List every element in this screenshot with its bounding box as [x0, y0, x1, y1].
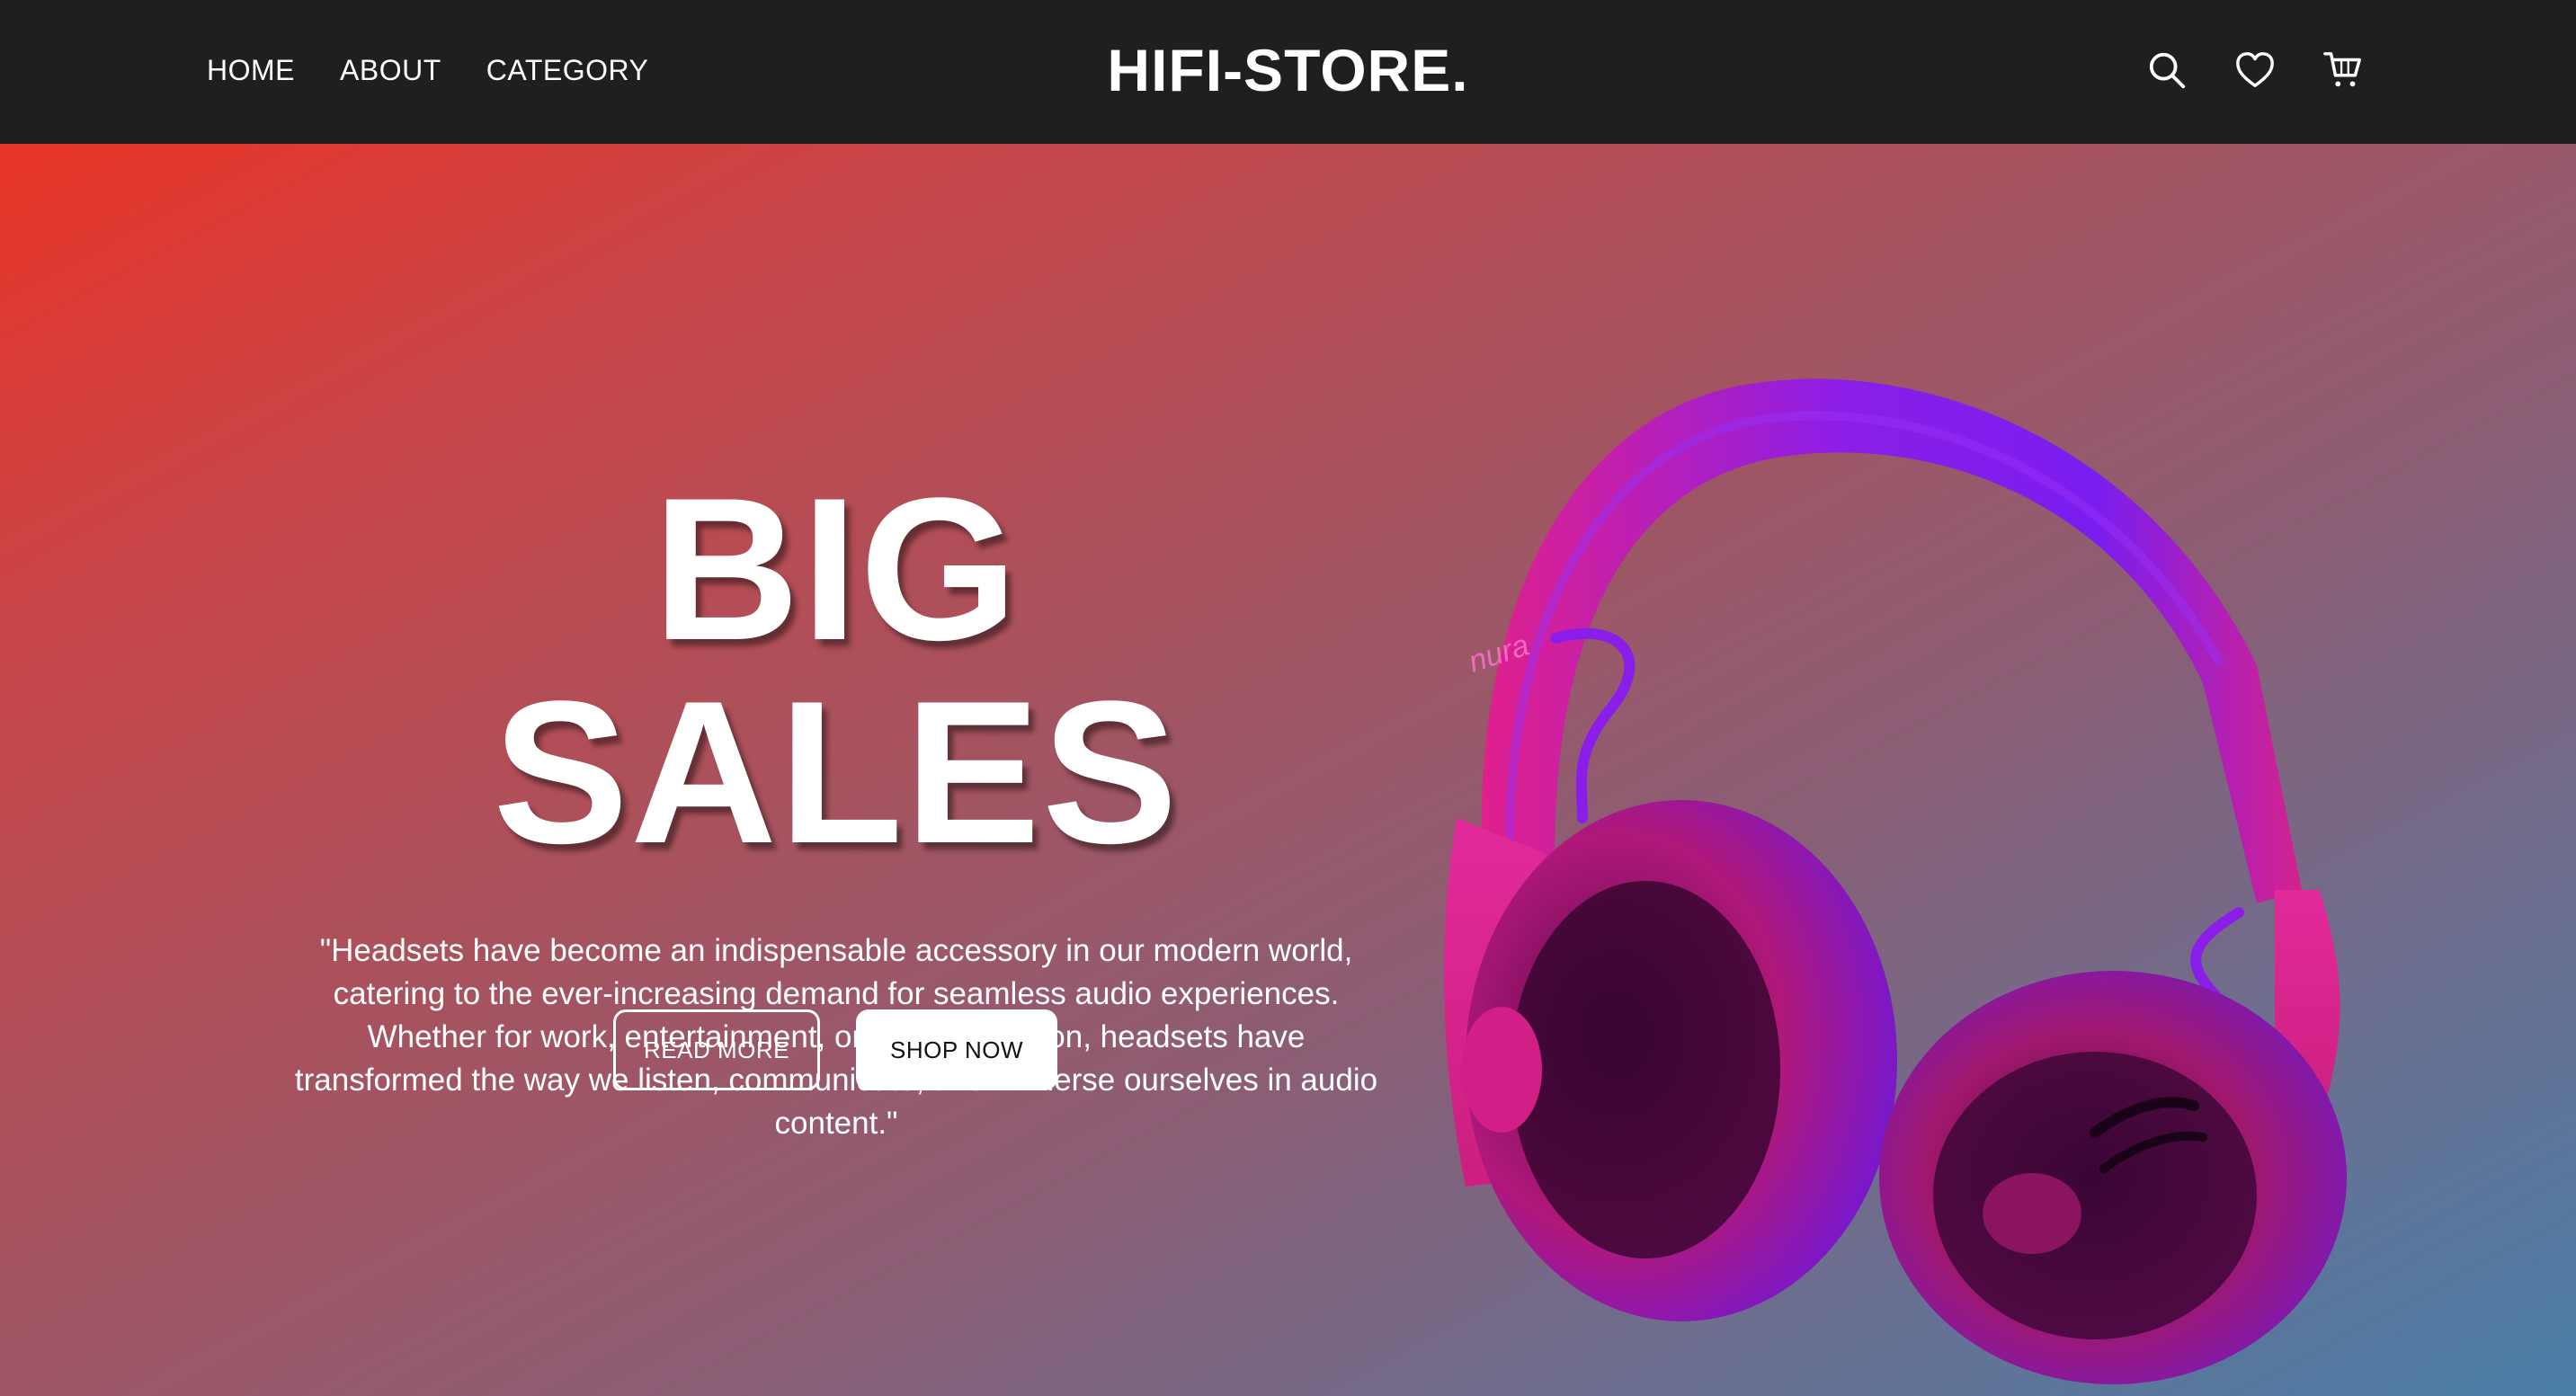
headphones-product-image: nura	[1412, 243, 2401, 1396]
search-icon[interactable]	[2146, 49, 2188, 91]
hero-cta-group: READ MORE SHOP NOW	[613, 1009, 1057, 1090]
brand-logo[interactable]: HIFI-STORE.	[1107, 36, 1468, 104]
page: HOME ABOUT CATEGORY HIFI-STORE. BIG SALE…	[0, 0, 2576, 1396]
nav-link-about[interactable]: ABOUT	[340, 54, 441, 87]
hero-banner: BIG SALES "Headsets have become an indis…	[0, 144, 2576, 1396]
shop-now-button[interactable]: SHOP NOW	[856, 1009, 1057, 1090]
read-more-button[interactable]: READ MORE	[613, 1009, 820, 1090]
nav-link-home[interactable]: HOME	[207, 54, 295, 87]
cart-icon[interactable]	[2322, 49, 2364, 91]
nav-link-category[interactable]: CATEGORY	[486, 54, 649, 87]
top-navigation-bar: HOME ABOUT CATEGORY HIFI-STORE.	[0, 0, 2576, 144]
nav-actions	[2146, 0, 2364, 140]
primary-nav: HOME ABOUT CATEGORY	[207, 0, 648, 140]
heart-icon[interactable]	[2234, 49, 2276, 91]
hero-headline: BIG SALES	[493, 455, 1180, 885]
headphones-illustration: nura	[1444, 378, 2347, 1384]
